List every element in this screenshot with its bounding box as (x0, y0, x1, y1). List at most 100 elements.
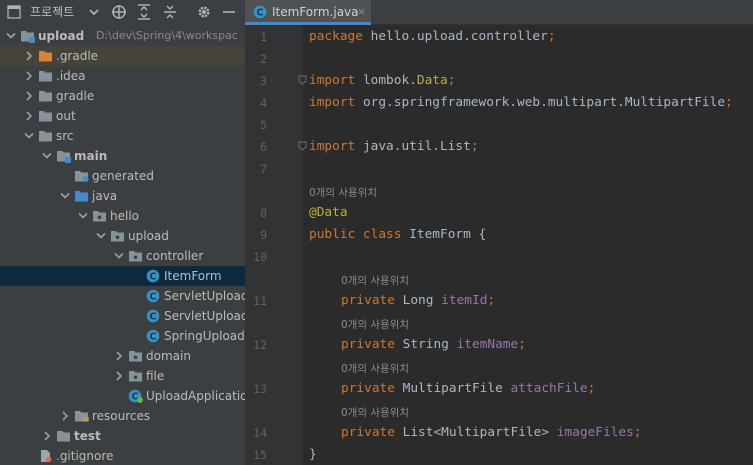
usage-hint[interactable]: 0개의 사용위치 (341, 405, 409, 420)
tree-item-resources[interactable]: resources (0, 406, 245, 426)
close-icon[interactable]: × (357, 0, 366, 23)
class-icon: C (146, 329, 160, 343)
source-root-folder-icon (75, 191, 88, 202)
tree-item-label: resources (92, 409, 151, 423)
tree-item-hello[interactable]: hello (0, 206, 245, 226)
code-line[interactable]: private List<MultipartFile> imageFiles; (341, 425, 642, 440)
code-token: String (402, 337, 457, 352)
svg-text:C: C (150, 332, 157, 343)
tab-label: ItemForm.java (272, 5, 359, 19)
usage-hint[interactable]: 0개의 사용위치 (341, 273, 409, 288)
chevron-right-icon[interactable] (41, 426, 53, 446)
tree-item-itemform[interactable]: C ItemForm (0, 266, 245, 286)
tree-item-gradle[interactable]: gradle (0, 86, 245, 106)
tree-item-gradle[interactable]: .gradle (0, 46, 245, 66)
code-token: } (309, 447, 317, 462)
code-token: hello.upload.controller (370, 29, 548, 44)
chevron-down-icon[interactable] (77, 206, 89, 226)
tree-item-file[interactable]: file (0, 366, 245, 386)
resources-folder-icon (75, 411, 89, 422)
tab-itemform-java[interactable]: C ItemForm.java × (245, 0, 371, 25)
chevron-right-icon[interactable] (23, 46, 35, 66)
code-line[interactable]: import lombok.Data; (309, 73, 455, 88)
chevron-right-icon[interactable] (23, 66, 35, 86)
chevron-down-icon[interactable] (23, 126, 35, 146)
tree-item-label: .gitignore (56, 449, 114, 463)
class-icon: C (146, 289, 160, 303)
locate-icon[interactable] (111, 0, 129, 25)
tree-item-out[interactable]: out (0, 106, 245, 126)
minimize-icon[interactable] (222, 0, 240, 25)
chevron-down-icon[interactable] (95, 226, 107, 246)
code-line[interactable]: import java.util.List; (309, 139, 479, 154)
chevron-down-icon[interactable] (59, 186, 71, 206)
tree-item-servletuploadc[interactable]: C ServletUploadC (0, 306, 245, 326)
tree-item-servletuploadc[interactable]: C ServletUploadC (0, 286, 245, 306)
code-token: @Data (309, 205, 348, 220)
code-token: import (309, 95, 363, 110)
line-number: 8 (260, 206, 267, 220)
chevron-right-icon[interactable] (113, 366, 125, 386)
class-icon: C (146, 269, 160, 283)
chevron-right-icon[interactable] (23, 106, 35, 126)
tree-item-src[interactable]: src (0, 126, 245, 146)
gear-icon[interactable] (196, 0, 214, 25)
line-number: 15 (253, 448, 267, 462)
tree-item-label: domain (146, 349, 191, 363)
tree-item-idea[interactable]: .idea (0, 66, 245, 86)
tree-item-generated[interactable]: generated (0, 166, 245, 186)
usage-hint[interactable]: 0개의 사용위치 (341, 361, 409, 376)
tree-item-label: gradle (56, 89, 95, 103)
code-token: private (341, 293, 403, 308)
chevron-right-icon[interactable] (113, 346, 125, 366)
code-token: import (309, 73, 363, 88)
panel-layout-icon[interactable] (7, 0, 25, 25)
chevron-down-icon[interactable] (41, 146, 53, 166)
code-area[interactable]: package hello.upload.controller; import l… (303, 25, 753, 465)
code-token: private (341, 425, 403, 440)
tree-item-test[interactable]: test (0, 426, 245, 446)
code-line[interactable]: import org.springframework.web.multipart… (309, 95, 733, 110)
code-line[interactable]: private MultipartFile attachFile; (341, 381, 595, 396)
code-token: org.springframework.web.multipart.Multip… (362, 95, 726, 110)
tree-item-label: generated (92, 169, 154, 183)
tree-item-springuploadc[interactable]: C SpringUploadC (0, 326, 245, 346)
tree-item-java[interactable]: java (0, 186, 245, 206)
panel-title[interactable]: 프로젝트 (30, 0, 74, 25)
tree-item-controller[interactable]: controller (0, 246, 245, 266)
tree-item-label: test (74, 429, 101, 443)
svg-text:C: C (257, 8, 264, 19)
tree-item-gitignore[interactable]: .gitignore (0, 446, 245, 465)
tree-item-domain[interactable]: domain (0, 346, 245, 366)
project-panel: 프로젝트 upload D:\dev\Spring\4\workspac .grad… (0, 0, 245, 465)
line-number: 11 (253, 294, 267, 308)
chevron-down-icon[interactable] (113, 246, 125, 266)
tree-item-label: .idea (56, 69, 86, 83)
spring-class-icon: C (128, 389, 143, 403)
code-line[interactable]: private String itemName; (341, 337, 526, 352)
line-number: 13 (253, 382, 267, 396)
project-path: D:\dev\Spring\4\workspac (96, 29, 238, 42)
code-line[interactable]: private Long itemId; (341, 293, 495, 308)
tree-item-upload[interactable]: upload (0, 226, 245, 246)
code-token: itemId (441, 293, 488, 308)
tree-item-main[interactable]: main (0, 146, 245, 166)
package-icon (129, 251, 142, 262)
code-line[interactable]: } (309, 447, 317, 462)
code-line[interactable]: @Data (309, 205, 348, 220)
chevron-down-icon[interactable] (88, 0, 104, 25)
code-line[interactable]: public class ItemForm { (309, 227, 486, 242)
chevron-down-icon[interactable] (5, 26, 17, 46)
package-icon (111, 231, 124, 242)
collapse-all-icon[interactable] (163, 0, 179, 25)
tree-item-upload[interactable]: upload D:\dev\Spring\4\workspac (0, 26, 245, 46)
usage-hint[interactable]: 0개의 사용위치 (309, 185, 377, 200)
tree-item-uploadapplication[interactable]: C UploadApplication (0, 386, 245, 406)
chevron-right-icon[interactable] (23, 86, 35, 106)
chevron-right-icon[interactable] (59, 406, 71, 426)
usage-hint[interactable]: 0개의 사용위치 (341, 317, 409, 332)
expand-all-icon[interactable] (137, 0, 153, 25)
line-number: 1 (260, 30, 267, 44)
code-line[interactable]: package hello.upload.controller; (309, 29, 556, 44)
code-token: import (309, 139, 363, 154)
